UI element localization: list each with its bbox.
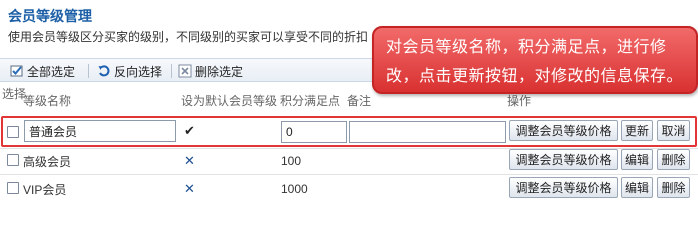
cancel-button[interactable]: 取消 xyxy=(657,120,690,141)
points-value: 100 xyxy=(281,154,302,168)
select-all-button[interactable]: 全部选定 xyxy=(10,63,75,79)
edit-button[interactable]: 编辑 xyxy=(621,177,653,198)
select-all-label: 全部选定 xyxy=(27,64,76,79)
row-checkbox[interactable] xyxy=(7,182,19,194)
adjust-price-button[interactable]: 调整会员等级价格 xyxy=(509,120,618,141)
annotation-callout: 对会员等级名称，积分满足点，进行修 改，点击更新按钮，对修改的信息保存。 xyxy=(372,26,698,94)
callout-line-2: 改，点击更新按钮，对修改的信息保存。 xyxy=(386,66,684,85)
adjust-price-button[interactable]: 调整会员等级价格 xyxy=(509,149,618,170)
toolbar-divider xyxy=(88,64,89,78)
delete-icon xyxy=(178,64,192,78)
header-points: 积分满足点 xyxy=(280,94,341,108)
header-set-default: 设为默认会员等级 xyxy=(181,94,278,108)
invert-select-label: 反向选择 xyxy=(114,64,163,79)
page-description: 使用会员等级区分买家的级别，不同级别的买家可以享受不同的折扣 xyxy=(8,30,369,44)
toolbar-divider xyxy=(171,64,172,78)
level-name: VIP会员 xyxy=(23,183,67,197)
row-checkbox[interactable] xyxy=(7,126,19,138)
refresh-icon xyxy=(97,64,111,78)
not-default-icon: ✕ xyxy=(184,181,195,196)
adjust-price-button[interactable]: 调整会员等级价格 xyxy=(509,177,618,198)
header-select: 选择 xyxy=(2,87,27,101)
page-title: 会员等级管理 xyxy=(8,8,92,24)
not-default-icon: ✕ xyxy=(184,153,195,168)
level-name-input[interactable] xyxy=(24,120,176,142)
default-check-icon: ✔ xyxy=(184,123,195,138)
delete-selected-button[interactable]: 删除选定 xyxy=(178,63,243,79)
header-actions: 操作 xyxy=(507,94,532,108)
callout-line-1: 对会员等级名称，积分满足点，进行修 xyxy=(386,37,667,56)
delete-selected-label: 删除选定 xyxy=(195,64,244,79)
delete-button[interactable]: 删除 xyxy=(657,149,690,170)
points-value: 1000 xyxy=(281,182,308,196)
level-name: 高级会员 xyxy=(23,155,72,169)
row-checkbox[interactable] xyxy=(7,154,19,166)
edit-button[interactable]: 编辑 xyxy=(621,149,653,170)
header-level-name: 等级名称 xyxy=(23,94,72,108)
points-input[interactable] xyxy=(281,121,347,143)
row-divider xyxy=(0,174,698,175)
checklist-icon xyxy=(10,64,24,78)
invert-select-button[interactable]: 反向选择 xyxy=(97,63,162,79)
header-remark: 备注 xyxy=(347,94,372,108)
update-button[interactable]: 更新 xyxy=(621,120,653,141)
remark-input[interactable] xyxy=(349,121,506,143)
delete-button[interactable]: 删除 xyxy=(657,177,690,198)
